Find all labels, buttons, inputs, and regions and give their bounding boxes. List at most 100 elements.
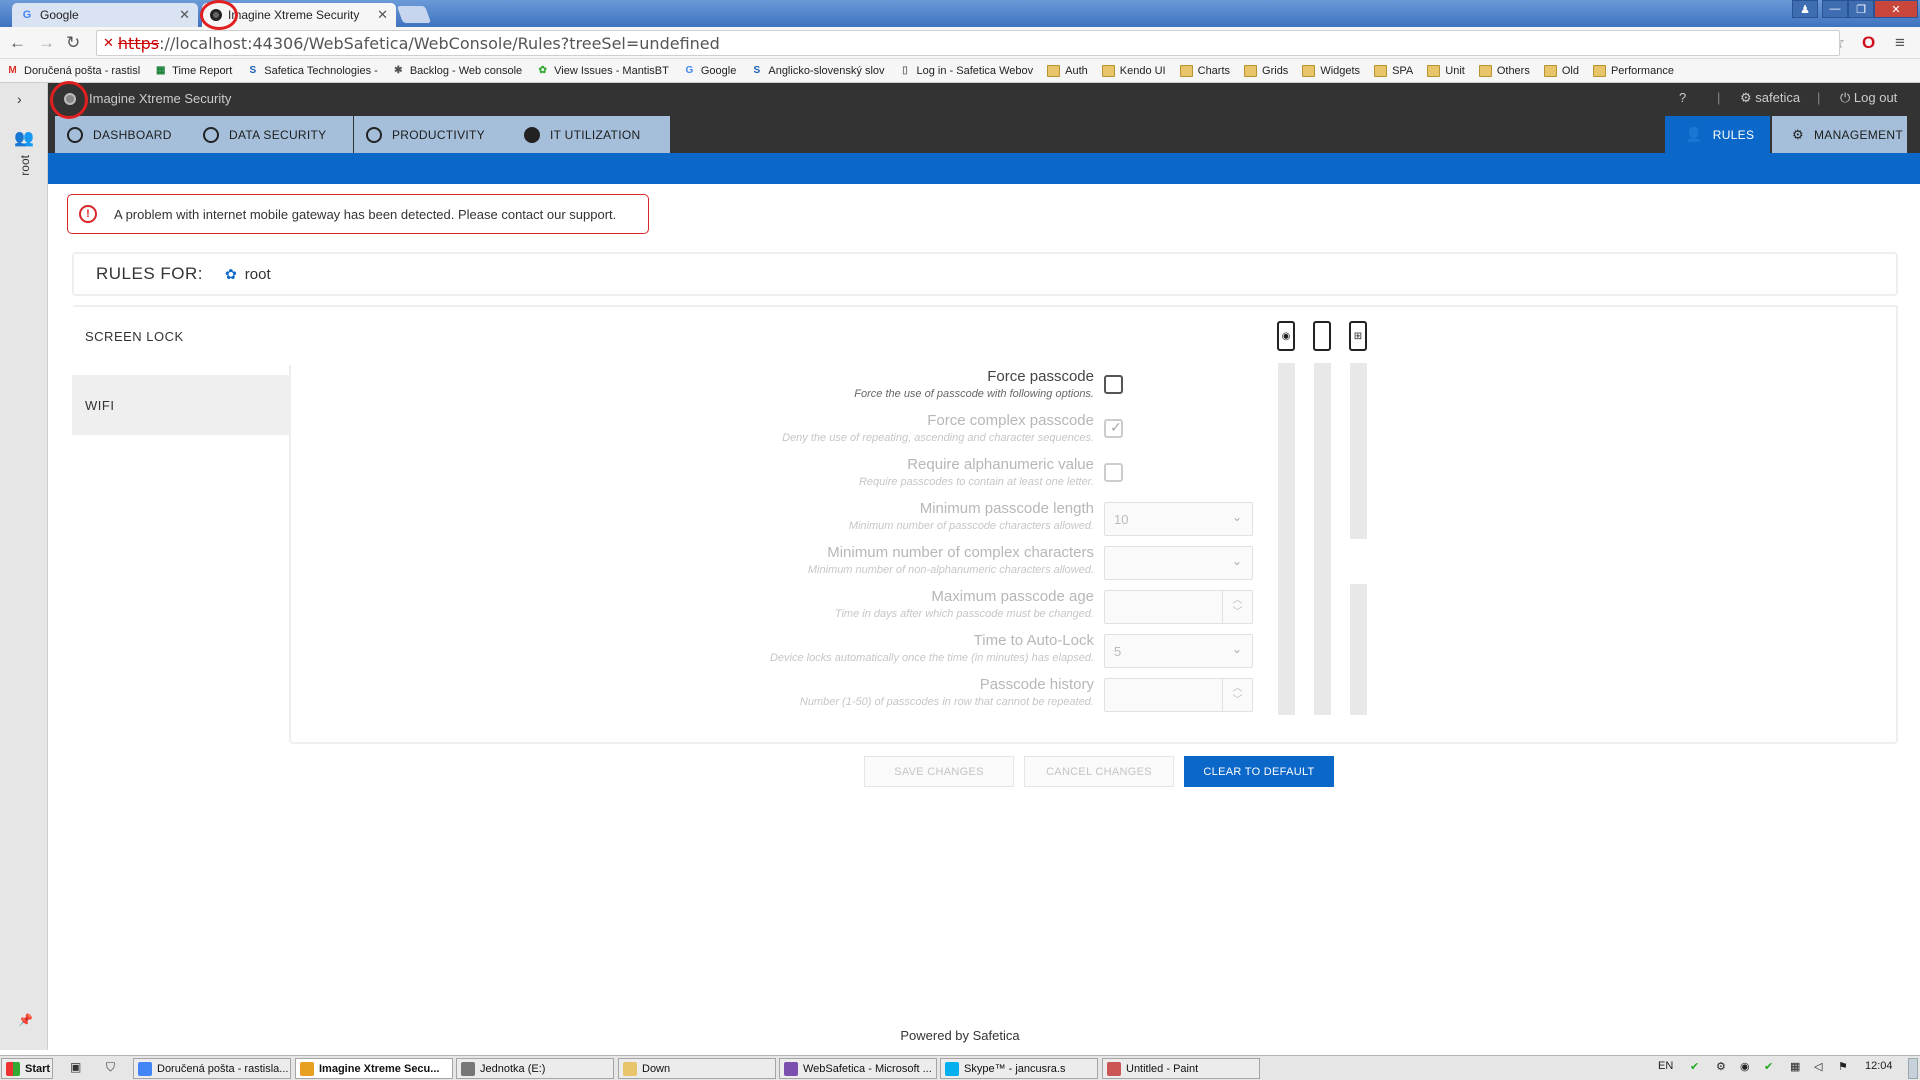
spinner-arrows-icon[interactable]: ︿ ﹀: [1222, 679, 1252, 711]
group-icon: ✿: [225, 265, 237, 282]
spinner-arrows-icon[interactable]: ︿ ﹀: [1222, 591, 1252, 623]
tray-icon[interactable]: ⚙: [1716, 1060, 1726, 1073]
side-tab-wifi[interactable]: WIFI: [72, 375, 289, 435]
tab-label: DATA SECURITY: [229, 127, 327, 142]
close-tab-icon[interactable]: ✕: [377, 7, 388, 23]
bookmark-item[interactable]: Old: [1543, 64, 1579, 77]
new-tab-button[interactable]: [396, 6, 432, 23]
alert-text: A problem with internet mobile gateway h…: [114, 206, 617, 222]
restore-button[interactable]: ❐: [1848, 0, 1874, 18]
close-tab-icon[interactable]: ✕: [179, 7, 190, 23]
bookmark-label: View Issues - MantisBT: [554, 64, 669, 77]
bookmark-item[interactable]: Widgets: [1302, 64, 1360, 77]
side-tab-label: SCREEN LOCK: [85, 328, 184, 344]
app-icon: [461, 1061, 475, 1076]
taskbar-item[interactable]: Down: [618, 1058, 776, 1079]
setting-checkbox[interactable]: ✓: [1104, 419, 1123, 438]
bookmark-item[interactable]: S Safetica Technologies -: [246, 65, 377, 77]
setting-checkbox[interactable]: [1104, 375, 1123, 394]
menu-icon[interactable]: ≡: [1895, 33, 1905, 53]
language-indicator[interactable]: EN: [1658, 1060, 1673, 1072]
bookmark-item[interactable]: ▯ Log in - Safetica Webov: [899, 65, 1033, 77]
setting-spinner[interactable]: ︿ ﹀: [1104, 678, 1253, 712]
android-column: [1278, 363, 1295, 715]
network-icon[interactable]: ▦: [1790, 1060, 1800, 1073]
logout-button[interactable]: ⏻ Log out: [1840, 90, 1897, 106]
minimize-button[interactable]: —: [1822, 0, 1848, 18]
bookmark-item[interactable]: Grids: [1244, 64, 1288, 77]
user-menu[interactable]: ⚙ safetica: [1740, 90, 1800, 106]
pin-icon[interactable]: 📌: [18, 1013, 33, 1027]
setting-dropdown[interactable]: 10 ⌄: [1104, 502, 1253, 536]
check-circle-icon: [366, 126, 382, 143]
reload-icon[interactable]: ↻: [66, 33, 80, 53]
taskbar-item[interactable]: Doručená pošta - rastisla...: [133, 1058, 291, 1079]
side-tab-screen-lock[interactable]: SCREEN LOCK: [72, 307, 289, 365]
save-changes-button[interactable]: SAVE CHANGES: [864, 756, 1014, 787]
profile-icon[interactable]: ♟: [1792, 0, 1818, 18]
bookmark-item[interactable]: Others: [1478, 64, 1530, 77]
browser-tab-title: Google: [40, 8, 79, 22]
tab-rules[interactable]: 👤 RULES: [1665, 116, 1770, 153]
setting-dropdown[interactable]: 5 ⌄: [1104, 634, 1253, 668]
bookmark-item[interactable]: SPA: [1374, 64, 1414, 77]
taskbar-item[interactable]: Untitled - Paint: [1102, 1058, 1260, 1079]
chevron-down-icon: ⌄: [1231, 642, 1242, 656]
clock: 12:04: [1865, 1060, 1893, 1072]
bookmark-item[interactable]: ✿ View Issues - MantisBT: [536, 64, 669, 77]
opera-icon[interactable]: O: [1862, 33, 1875, 53]
tab-dashboard[interactable]: DASHBOARD: [55, 116, 195, 153]
browser-tab-google[interactable]: G Google ✕: [12, 3, 198, 27]
taskbar-label: WebSafetica - Microsoft ...: [803, 1062, 932, 1075]
tray-icon[interactable]: ✔: [1690, 1060, 1699, 1073]
forward-icon[interactable]: →: [38, 33, 55, 53]
expand-chevron-icon[interactable]: ›: [17, 91, 22, 107]
start-button[interactable]: Start: [1, 1058, 53, 1079]
back-icon[interactable]: ←: [9, 33, 26, 53]
help-icon[interactable]: ?: [1679, 90, 1686, 105]
tab-it-utilization[interactable]: IT UTILIZATION: [512, 116, 670, 153]
clear-to-default-button[interactable]: CLEAR TO DEFAULT: [1184, 756, 1334, 787]
tab-productivity[interactable]: PRODUCTIVITY: [354, 116, 512, 153]
window-close-button[interactable]: ✕: [1874, 0, 1918, 18]
flag-icon[interactable]: ⚑: [1838, 1060, 1848, 1073]
shield-icon[interactable]: ⛉: [106, 1060, 115, 1075]
tab-management[interactable]: ⚙ MANAGEMENT: [1772, 116, 1907, 153]
s-icon: S: [753, 65, 761, 76]
tray-icon[interactable]: ◉: [1740, 1060, 1750, 1073]
apple-column: [1314, 363, 1331, 715]
address-bar[interactable]: ✕ https ://localhost:44306/WebSafetica/W…: [96, 30, 1840, 56]
tray-icon[interactable]: ✔: [1764, 1060, 1773, 1073]
tab-data-security[interactable]: DATA SECURITY: [191, 116, 353, 153]
taskbar-item[interactable]: Imagine Xtreme Secu...: [295, 1058, 453, 1079]
bookmark-item[interactable]: ▦ Time Report: [154, 65, 232, 77]
bookmark-item[interactable]: S Anglicko-slovenský slov: [750, 65, 885, 77]
taskbar-item[interactable]: WebSafetica - Microsoft ...: [779, 1058, 937, 1079]
folder-icon: [1244, 64, 1258, 77]
panel-top: [289, 305, 1898, 365]
show-desktop-button[interactable]: [1908, 1058, 1918, 1079]
bookmark-label: Auth: [1065, 64, 1088, 77]
bookmark-item[interactable]: M Doručená pošta - rastisl: [6, 65, 140, 77]
volume-icon[interactable]: ◁: [1814, 1060, 1822, 1073]
bookmark-item[interactable]: Auth: [1047, 64, 1088, 77]
setting-checkbox[interactable]: [1104, 463, 1123, 482]
gmail-icon: M: [8, 65, 17, 76]
show-desktop-icon[interactable]: ▣: [70, 1060, 81, 1074]
folder-icon: [1047, 64, 1061, 77]
bookmark-item[interactable]: G Google: [683, 65, 736, 77]
cancel-changes-button[interactable]: CANCEL CHANGES: [1024, 756, 1174, 787]
bookmark-item[interactable]: Unit: [1427, 64, 1465, 77]
taskbar-item[interactable]: Jednotka (E:): [456, 1058, 614, 1079]
bookmark-label: Doručená pošta - rastisl: [24, 64, 141, 77]
bookmark-item[interactable]: Charts: [1179, 64, 1230, 77]
bookmark-item[interactable]: Kendo UI: [1101, 64, 1166, 77]
divider: |: [1817, 90, 1821, 105]
bookmark-item[interactable]: Performance: [1592, 64, 1674, 77]
setting-dropdown[interactable]: ⌄: [1104, 546, 1253, 580]
setting-spinner[interactable]: ︿ ﹀: [1104, 590, 1253, 624]
bookmark-label: SPA: [1392, 64, 1414, 77]
taskbar-item[interactable]: Skype™ - jancusra.s: [940, 1058, 1098, 1079]
insecure-icon: ✕: [103, 35, 114, 51]
bookmark-item[interactable]: ✱ Backlog - Web console: [392, 65, 522, 77]
